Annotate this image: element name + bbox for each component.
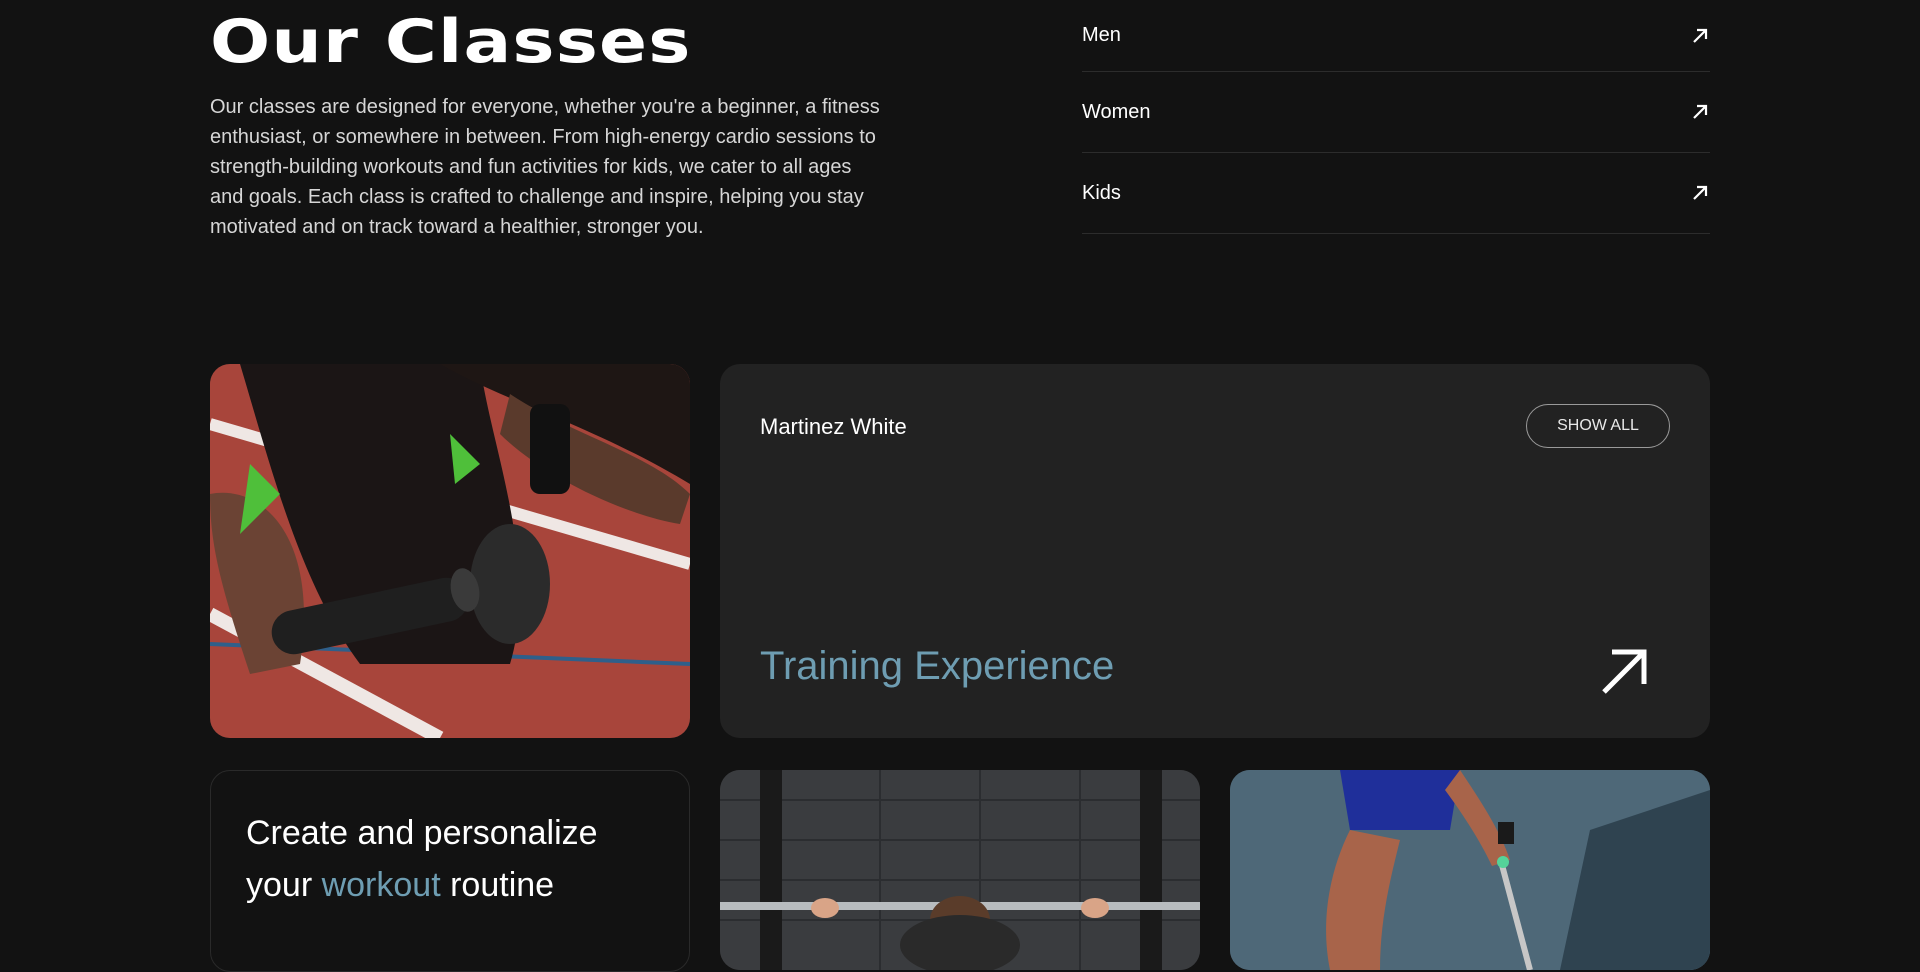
training-experience-title: Training Experience: [760, 644, 1115, 688]
arrow-up-right-icon: [1693, 28, 1708, 43]
arrow-up-right-icon[interactable]: [1600, 646, 1650, 696]
page-title: Our Classes: [210, 7, 692, 77]
category-label: Women: [1082, 100, 1151, 123]
trainer-card: Martinez White SHOW ALL Training Experie…: [720, 364, 1710, 738]
show-all-button[interactable]: SHOW ALL: [1526, 404, 1670, 448]
category-label: Men: [1082, 24, 1121, 46]
tennis-photo: [1230, 770, 1710, 970]
gym-photo: [720, 770, 1200, 970]
class-category-list: Men Women Kids: [1082, 0, 1710, 234]
workout-title-part2: routine: [440, 866, 555, 904]
workout-routine-card: Create and personalize your workout rout…: [210, 770, 690, 972]
trainer-name: Martinez White: [760, 414, 907, 439]
runner-photo: [210, 364, 690, 738]
category-item-men[interactable]: Men: [1082, 0, 1710, 72]
category-label: Kids: [1082, 181, 1121, 204]
workout-routine-title: Create and personalize your workout rout…: [246, 807, 666, 911]
workout-title-accent: workout: [321, 866, 441, 904]
classes-description: Our classes are designed for everyone, w…: [210, 96, 880, 238]
category-item-kids[interactable]: Kids: [1082, 153, 1710, 234]
arrow-up-right-icon: [1693, 104, 1708, 119]
category-item-women[interactable]: Women: [1082, 72, 1710, 153]
arrow-up-right-icon: [1693, 185, 1708, 200]
